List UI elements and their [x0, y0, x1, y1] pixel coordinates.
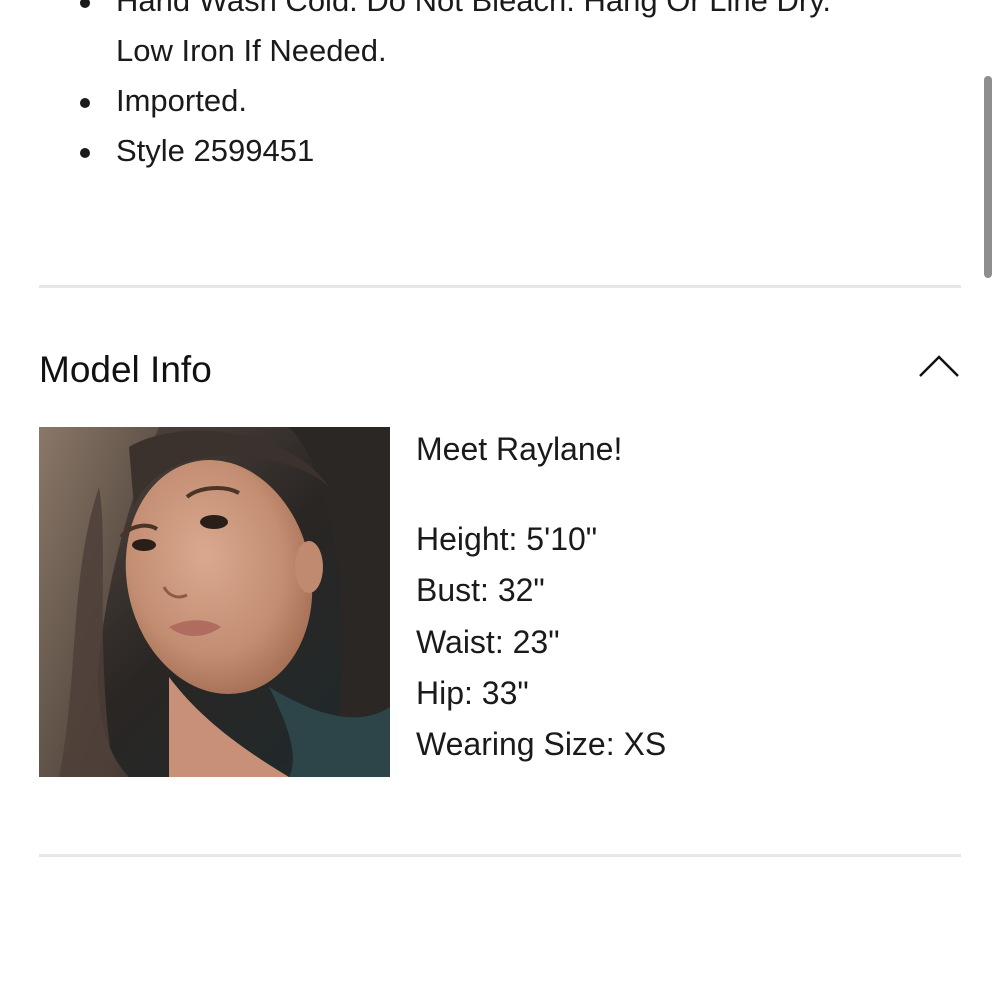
stat-value: XS — [623, 726, 667, 763]
stat-value: 23" — [512, 623, 560, 660]
stat-value: 33" — [481, 674, 529, 711]
model-greeting: Meet Raylane! — [416, 431, 623, 467]
details-item-line: Low Iron If Needed. — [116, 33, 387, 68]
scrollbar-thumb[interactable] — [984, 76, 992, 278]
model-stat-hip: Hip: 33" — [416, 674, 529, 711]
details-list-item: Hand Wash Cold. Do Not Bleach. Hang Or L… — [0, 0, 960, 76]
bullet-icon — [80, 0, 90, 8]
model-stat-height: Height: 5'10" — [416, 521, 598, 557]
details-list-item: Style 2599451 — [0, 126, 960, 176]
model-stat-waist: Waist: 23" — [416, 623, 560, 660]
stat-value: 5'10" — [526, 521, 598, 557]
section-divider — [39, 854, 961, 857]
bullet-icon — [80, 148, 90, 158]
model-info-header[interactable]: Model Info — [39, 342, 961, 398]
details-list-item: Imported. — [0, 76, 960, 126]
stat-label: Hip — [416, 674, 465, 711]
stat-label: Bust — [416, 572, 481, 609]
model-info-text: Meet Raylane! Height: 5'10" Bust: 32" Wa… — [416, 424, 956, 770]
section-divider — [39, 285, 961, 288]
model-stat-wearing-size: Wearing Size: XS — [416, 726, 667, 763]
style-number: Style 2599451 — [116, 133, 315, 168]
details-item-line: Imported. — [116, 83, 247, 118]
details-item-line: Hand Wash Cold. Do Not Bleach. Hang Or L… — [116, 0, 832, 18]
chevron-up-icon[interactable] — [917, 348, 961, 384]
product-page: Hand Wash Cold. Do Not Bleach. Hang Or L… — [0, 0, 1000, 1000]
model-photo — [39, 427, 390, 777]
stat-value: 32" — [497, 572, 545, 609]
stat-label: Waist — [416, 623, 495, 660]
bullet-icon — [80, 98, 90, 108]
stat-label: Wearing Size — [416, 726, 606, 763]
product-details-list: Hand Wash Cold. Do Not Bleach. Hang Or L… — [0, 0, 960, 176]
stat-label: Height — [416, 521, 509, 557]
model-stat-bust: Bust: 32" — [416, 572, 545, 609]
section-title: Model Info — [39, 349, 212, 390]
